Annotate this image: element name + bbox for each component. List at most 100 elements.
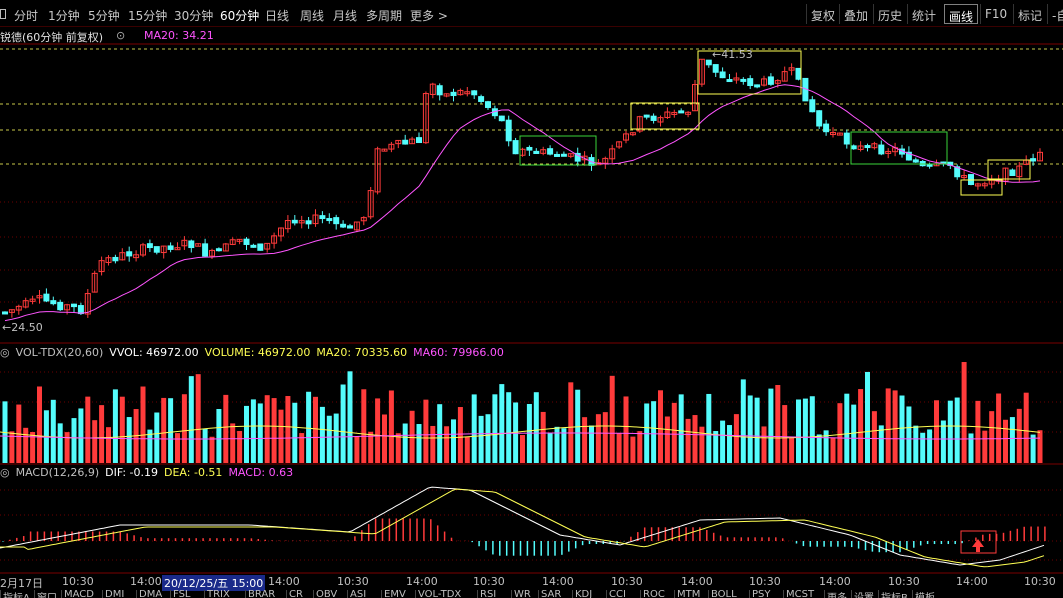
volume-bar-73	[506, 392, 512, 463]
volume-bar-55	[382, 414, 387, 463]
volume-bar-57	[395, 433, 401, 463]
indicator-tab-7[interactable]: BRAR	[245, 590, 277, 598]
indicator-tab-3[interactable]: DMI	[102, 590, 126, 598]
volume-bar-128	[885, 388, 891, 463]
volume-bar-17	[119, 396, 125, 463]
volume-bar-106	[733, 414, 739, 463]
volume-bar-90	[623, 396, 629, 463]
candle-body-68	[471, 90, 478, 96]
indicator-tab-2[interactable]: MACD	[61, 590, 96, 598]
volume-bar-26	[181, 394, 187, 463]
volume-bar-98	[678, 394, 684, 463]
volume-bar-94	[651, 401, 657, 463]
indicator-tab-24[interactable]: 设置	[851, 590, 876, 598]
indicator-tab-21[interactable]: PSY	[749, 590, 773, 598]
volume-bar-9	[64, 432, 70, 463]
volume-bar-142	[982, 430, 988, 463]
indicator-tab-22[interactable]: MCST	[783, 590, 816, 598]
candle-body-21	[146, 243, 153, 249]
volume-bar-51	[354, 436, 360, 463]
indicator-tab-1[interactable]: 窗口	[34, 590, 59, 598]
indicator-tab-17[interactable]: CCI	[606, 590, 628, 598]
volume-bar-8	[57, 423, 63, 463]
indicator-tab-11[interactable]: EMV	[381, 590, 408, 598]
volume-bar-65	[451, 419, 456, 463]
candle-body-127	[878, 144, 885, 155]
vol-ma60-readout: MA60: 79966.00	[413, 346, 504, 359]
candle-body-46	[319, 215, 326, 220]
indicator-tab-23[interactable]: 更多	[824, 590, 849, 598]
volume-bar-150	[1037, 430, 1043, 463]
indicator-tab-12[interactable]: VOL-TDX	[415, 590, 463, 598]
dif-readout: DIF: -0.19	[105, 466, 159, 479]
ma20-line	[4, 84, 1041, 322]
candle-body-24	[167, 245, 174, 250]
volume-bar-104	[720, 420, 726, 463]
indicator-tab-8[interactable]: CR	[286, 590, 305, 598]
volume-bar-82	[568, 382, 574, 463]
candle-body-74	[512, 140, 519, 155]
indicator-tab-26[interactable]: 模板	[912, 590, 937, 598]
indicator-tab-14[interactable]: WR	[511, 590, 533, 598]
time-label-7: 10:30	[473, 575, 505, 588]
candle-body-79	[547, 148, 554, 155]
candle-body-117	[809, 99, 816, 113]
indicator-tab-5[interactable]: FSL	[170, 590, 193, 598]
volume-bar-50	[347, 371, 353, 463]
volume-bar-139	[961, 362, 967, 463]
volume-bar-130	[899, 395, 905, 463]
volume-bar-18	[126, 417, 132, 463]
volume-bar-110	[761, 426, 767, 463]
indicator-tab-19[interactable]: MTM	[674, 590, 702, 598]
time-label-12: 14:00	[819, 575, 851, 588]
pattern-box-5	[960, 179, 1003, 196]
volume-bar-54	[375, 398, 381, 463]
time-label-0: 2月17日	[0, 577, 43, 590]
volume-bar-123	[851, 404, 857, 463]
candle-body-119	[823, 123, 830, 133]
candle-body-146	[1009, 169, 1016, 176]
indicator-tab-9[interactable]: OBV	[313, 590, 339, 598]
volume-bar-40	[278, 409, 284, 463]
volume-bar-36	[250, 399, 256, 463]
candle-body-65	[450, 91, 457, 97]
volume-bar-59	[409, 410, 415, 463]
indicator-tab-4[interactable]: DMA	[136, 590, 164, 598]
time-label-9: 10:30	[611, 575, 643, 588]
volume-bar-147	[1016, 408, 1022, 463]
indicator-tab-6[interactable]: TRIX	[204, 590, 232, 598]
volume-bar-88	[609, 375, 615, 463]
indicator-tab-25[interactable]: 指标B	[878, 590, 910, 598]
indicator-tab-20[interactable]: BOLL	[708, 590, 739, 598]
indicator-tab-10[interactable]: ASI	[347, 590, 368, 598]
volume-bar-135	[934, 400, 939, 463]
volume-bar-44	[306, 391, 312, 463]
indicator-tab-15[interactable]: SAR	[538, 590, 563, 598]
volume-bar-30	[209, 436, 215, 463]
volume-bar-48	[333, 413, 339, 463]
volume-bar-68	[471, 394, 477, 463]
candle-body-77	[533, 150, 540, 155]
volume-bar-137	[947, 400, 953, 463]
kline-chart[interactable]: ←41.53 ←24.50	[0, 0, 1063, 598]
indicator-tabs: 指标A窗口MACD DMI DMA FSL TRIX BRAR CR OBV ASI EMV VOL…	[0, 590, 1063, 598]
indicator-tab-18[interactable]: ROC	[640, 590, 667, 598]
candle-body-72	[498, 115, 505, 122]
volume-bar-13	[92, 420, 98, 463]
candle-body-18	[126, 251, 133, 257]
indicator-tab-13[interactable]: RSI	[477, 590, 498, 598]
volume-indicator-name: VOL-TDX(20,60)	[15, 346, 104, 359]
candle-body-22	[153, 246, 160, 253]
time-label-8: 14:00	[542, 575, 574, 588]
volume-bar-62	[430, 425, 436, 463]
volume-bar-129	[892, 390, 898, 463]
volume-bar-35	[244, 405, 249, 463]
indicator-tab-0[interactable]: 指标A	[0, 590, 32, 598]
macd-readout: MACD: 0.63	[228, 466, 294, 479]
candle-body-35	[243, 238, 250, 245]
candle-body-10	[71, 303, 77, 308]
volume-bar-70	[485, 414, 491, 463]
indicator-tab-16[interactable]: KDJ	[572, 590, 594, 598]
volume-bar-132	[913, 425, 919, 463]
volume-bar-113	[782, 405, 788, 463]
